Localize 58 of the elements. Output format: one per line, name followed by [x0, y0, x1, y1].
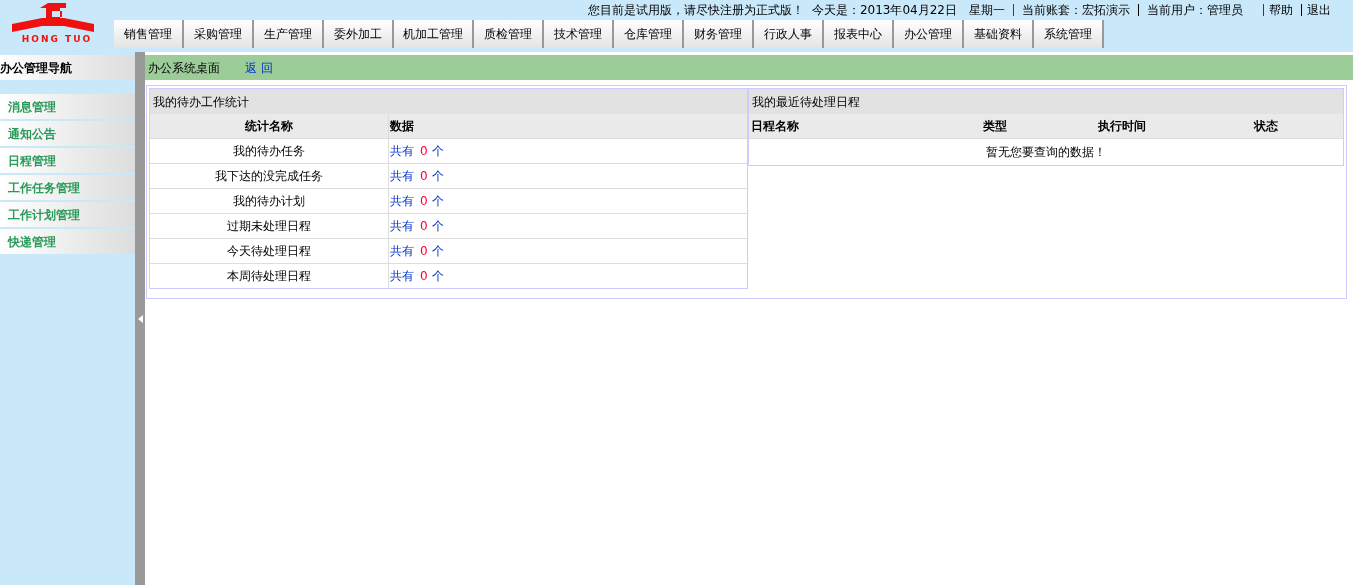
header-link[interactable]: 退出: [1307, 1, 1331, 19]
table-cell: 我下达的没完成任务: [150, 164, 389, 188]
nav-tab[interactable]: 质检管理: [474, 20, 544, 48]
current-account: 当前账套：宏拓演示: [1022, 2, 1130, 19]
column-header: 类型: [982, 118, 1008, 135]
count-label: 共有: [390, 218, 414, 235]
table-cell: 今天待处理日程: [150, 239, 389, 263]
nav-tab[interactable]: 生产管理: [254, 20, 324, 48]
sidebar-title: 办公管理导航: [0, 55, 135, 80]
nav-tab[interactable]: 办公管理: [894, 20, 964, 48]
count-value: 0: [420, 168, 428, 185]
count-label: 共有: [390, 243, 414, 260]
nav-tab[interactable]: 技术管理: [544, 20, 614, 48]
count-unit: 个: [431, 168, 444, 185]
panel-title: 我的最近待处理日程: [749, 89, 1343, 114]
panel-title: 我的待办工作统计: [150, 89, 747, 114]
table-cell: 我的待办计划: [150, 189, 389, 213]
trial-notice: 您目前是试用版，请尽快注册为正式版！: [587, 2, 804, 19]
count-label: 共有: [390, 193, 414, 210]
nav-tab[interactable]: 报表中心: [824, 20, 894, 48]
logo-text: HONG TUO: [21, 35, 93, 44]
count-label: 共有: [390, 168, 414, 185]
nav-tab[interactable]: 基础资料: [964, 20, 1034, 48]
count-label: 共有: [390, 268, 414, 285]
nav-tab[interactable]: 机加工管理: [394, 20, 474, 48]
today-date: 今天是：2013年04月22日 星期一: [811, 2, 1005, 19]
count-value: 0: [420, 193, 428, 210]
table-cell: 过期未处理日程: [150, 214, 389, 238]
empty-message: 暂无您要查询的数据！: [749, 138, 1343, 165]
count-value: 0: [420, 143, 428, 160]
nav-tab[interactable]: 仓库管理: [614, 20, 684, 48]
nav-tab[interactable]: 委外加工: [324, 20, 394, 48]
column-header: 数据: [389, 118, 415, 135]
nav-tab[interactable]: 财务管理: [684, 20, 754, 48]
page-title: 办公系统桌面: [148, 59, 220, 77]
count-value: 0: [420, 243, 428, 260]
column-header: 日程名称: [750, 118, 800, 135]
column-header: 统计名称: [150, 114, 389, 138]
nav-tab[interactable]: 采购管理: [184, 20, 254, 48]
table-cell: 本周待处理日程: [150, 264, 389, 288]
count-value: 0: [420, 268, 428, 285]
header-link[interactable]: 帮助: [1269, 1, 1293, 19]
nav-tab[interactable]: 系统管理: [1034, 20, 1104, 48]
collapse-icon[interactable]: [137, 314, 143, 323]
back-link[interactable]: 返 回: [245, 58, 273, 77]
count-unit: 个: [431, 218, 444, 235]
nav-tab[interactable]: 销售管理: [114, 20, 184, 48]
count-unit: 个: [431, 243, 444, 260]
column-header: 状态: [1252, 118, 1279, 135]
nav-tab[interactable]: 行政人事: [754, 20, 824, 48]
count-value: 0: [420, 218, 428, 235]
count-unit: 个: [431, 268, 444, 285]
table-cell: 我的待办任务: [150, 139, 389, 163]
count-unit: 个: [431, 193, 444, 210]
current-user: 当前用户：管理员: [1147, 2, 1243, 19]
count-unit: 个: [431, 143, 444, 160]
column-header: 执行时间: [1097, 118, 1147, 135]
count-label: 共有: [390, 143, 414, 160]
